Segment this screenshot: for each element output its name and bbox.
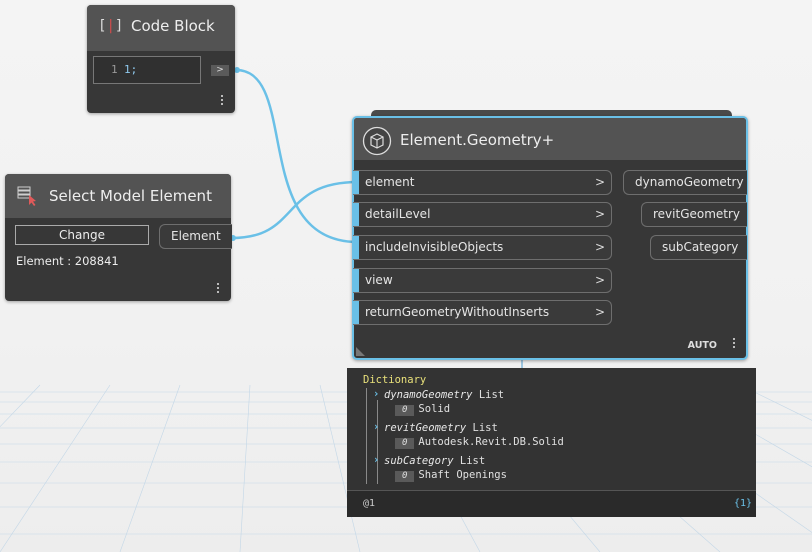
list-index: 0 xyxy=(395,405,415,416)
code-brackets-icon: [|] xyxy=(98,18,124,34)
node-header[interactable]: Select Model Element xyxy=(5,174,231,218)
chevron-right-icon: > xyxy=(594,273,605,287)
code-output-port[interactable]: > xyxy=(211,65,229,76)
select-element-icon xyxy=(17,186,36,206)
input-port-label: view xyxy=(365,273,393,287)
entry-kind: List xyxy=(478,389,505,401)
input-port-element[interactable]: element > xyxy=(353,170,612,195)
output-port-subcategory[interactable]: subCategory xyxy=(650,235,747,260)
expand-chevron-icon[interactable]: › xyxy=(373,454,379,466)
geometry-cube-icon xyxy=(362,126,392,156)
node-menu-icon[interactable] xyxy=(221,95,224,107)
output-port-label: Element xyxy=(171,229,221,243)
line-number: 1 xyxy=(111,63,118,76)
input-port-label: returnGeometryWithoutInserts xyxy=(365,305,550,319)
output-port-dynamogeometry[interactable]: dynamoGeometry xyxy=(623,170,747,195)
list-index: 0 xyxy=(395,471,415,482)
wire-select-to-element[interactable] xyxy=(231,180,359,240)
output-port-element[interactable]: Element xyxy=(159,224,232,249)
output-port-label: > xyxy=(216,65,224,75)
input-port-returngeometrywithoutinserts[interactable]: returnGeometryWithoutInserts > xyxy=(353,300,612,325)
node-title: Element.Geometry+ xyxy=(400,131,555,149)
input-port-label: detailLevel xyxy=(365,207,431,221)
select-model-element-node[interactable]: Select Model Element Change Element : 20… xyxy=(5,174,232,301)
entry-key: dynamoGeometry xyxy=(384,389,473,401)
list-level-label: @1 xyxy=(363,498,376,509)
chevron-right-icon: > xyxy=(594,207,605,221)
code-text[interactable]: 1; xyxy=(124,63,137,76)
dictionary-type-label: Dictionary xyxy=(363,374,427,386)
chevron-right-icon: > xyxy=(594,305,605,319)
chevron-right-icon: > xyxy=(594,240,605,254)
entry-value: Shaft Openings xyxy=(418,469,507,481)
entry-key: revitGeometry xyxy=(384,422,467,434)
node-header[interactable]: Element.Geometry+ xyxy=(354,118,746,160)
node-menu-icon[interactable] xyxy=(733,338,736,350)
entry-kind: List xyxy=(472,422,498,434)
input-port-view[interactable]: view > xyxy=(353,268,612,293)
list-index: 0 xyxy=(395,438,415,449)
entry-key-row: subCategory List xyxy=(384,455,485,467)
tree-line xyxy=(377,400,378,484)
entry-key-row: revitGeometry List xyxy=(384,422,498,434)
output-port-label: subCategory xyxy=(662,240,739,254)
entry-value-row: 0 Autodesk.Revit.DB.Solid xyxy=(395,436,564,449)
wire-codeblock-to-includeinvisible[interactable] xyxy=(235,68,359,244)
element-id-text: Element : 208841 xyxy=(16,254,119,268)
output-port-revitgeometry[interactable]: revitGeometry xyxy=(641,202,747,227)
code-editor[interactable]: 1 1; xyxy=(93,56,201,84)
tree-line xyxy=(366,388,367,484)
code-block-node[interactable]: [|] Code Block 1 1; > xyxy=(87,5,235,113)
entry-value: Solid xyxy=(418,403,451,415)
node-title: Select Model Element xyxy=(49,187,212,205)
change-button-label: Change xyxy=(59,228,105,242)
output-port-label: dynamoGeometry xyxy=(635,175,744,189)
entry-kind: List xyxy=(459,455,486,467)
change-button[interactable]: Change xyxy=(15,225,149,245)
expand-chevron-icon[interactable]: › xyxy=(373,388,379,400)
lacing-label[interactable]: AUTO xyxy=(688,340,717,351)
preview-footer: @1 {1} xyxy=(347,490,756,517)
input-port-includeinvisibleobjects[interactable]: includeInvisibleObjects > xyxy=(353,235,612,260)
node-menu-icon[interactable] xyxy=(217,283,220,295)
entry-value: Autodesk.Revit.DB.Solid xyxy=(418,436,564,448)
input-port-label: element xyxy=(365,175,415,189)
element-geometry-node[interactable]: Element.Geometry+ element > detailLevel … xyxy=(352,116,748,360)
entry-value-row: 0 Solid xyxy=(395,403,450,416)
entry-key-row: dynamoGeometry List xyxy=(384,389,504,401)
node-header[interactable]: [|] Code Block xyxy=(87,5,235,51)
chevron-right-icon: > xyxy=(594,175,605,189)
entry-value-row: 0 Shaft Openings xyxy=(395,469,507,482)
entry-key: subCategory xyxy=(384,455,454,467)
expand-chevron-icon[interactable]: › xyxy=(373,421,379,433)
preview-bubble[interactable]: Dictionary › dynamoGeometry List 0 Solid … xyxy=(347,368,756,517)
input-port-detaillevel[interactable]: detailLevel > xyxy=(353,202,612,227)
node-title: Code Block xyxy=(131,17,215,35)
resize-grip[interactable] xyxy=(356,347,365,356)
output-port-label: revitGeometry xyxy=(653,207,741,221)
item-count-label: {1} xyxy=(733,498,752,509)
input-port-label: includeInvisibleObjects xyxy=(365,240,504,254)
